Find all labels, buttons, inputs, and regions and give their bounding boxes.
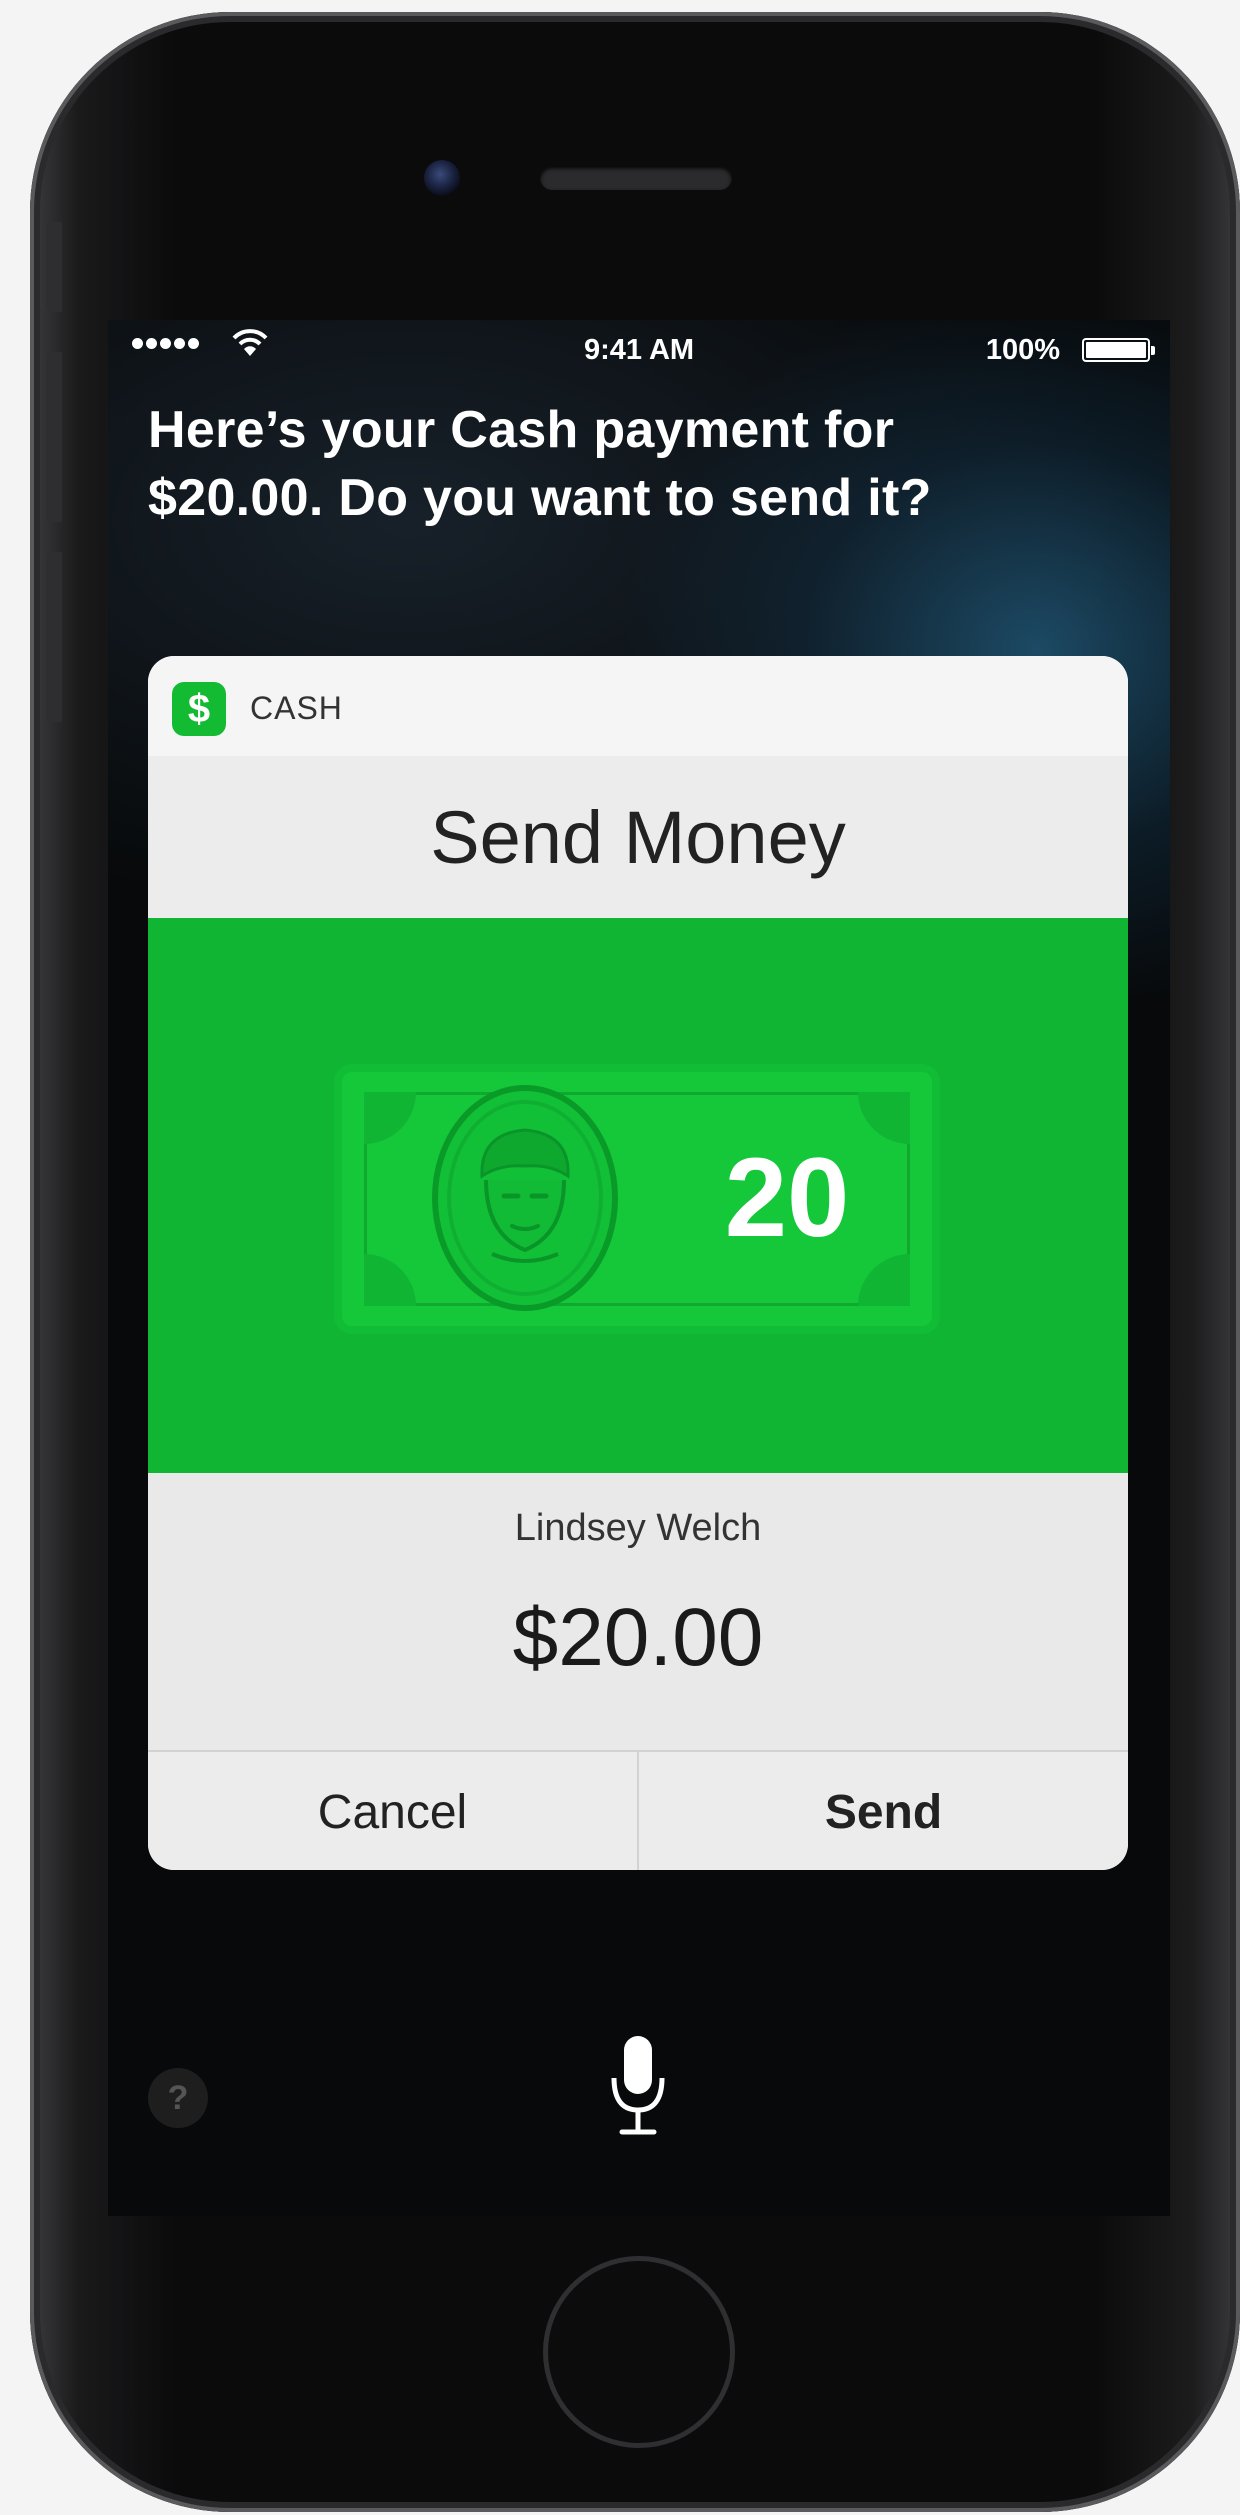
bill-amount: 20 xyxy=(724,1135,850,1260)
battery-icon xyxy=(1082,338,1155,362)
bill-panel: 20 xyxy=(148,918,1128,1473)
send-button[interactable]: Send xyxy=(637,1752,1128,1870)
dollar-sign-icon: $ xyxy=(172,682,226,736)
volume-up-button xyxy=(46,352,62,522)
volume-down-button xyxy=(46,552,62,722)
portrait-icon xyxy=(432,1085,618,1311)
front-camera xyxy=(424,160,460,196)
microphone-icon[interactable] xyxy=(608,2032,668,2140)
question-mark-icon[interactable]: ? xyxy=(148,2068,208,2128)
battery-percent: 100% xyxy=(985,334,1060,366)
card-title-row: Send Money xyxy=(148,756,1128,918)
recipient-area: Lindsey Welch $20.00 xyxy=(148,1473,1128,1750)
app-name: CASH xyxy=(250,690,343,726)
status-bar: 9:41 AM 100% xyxy=(108,320,1170,382)
cancel-button[interactable]: Cancel xyxy=(148,1752,637,1870)
mute-switch xyxy=(46,222,62,312)
card-title: Send Money xyxy=(430,795,846,879)
card-header: $ CASH xyxy=(148,656,1128,757)
card-actions: Cancel Send xyxy=(148,1750,1128,1870)
earpiece-speaker xyxy=(540,166,732,190)
siri-response-text: Here’s your Cash payment for $20.00. Do … xyxy=(148,401,932,527)
home-button[interactable] xyxy=(543,2256,735,2448)
recipient-name: Lindsey Welch xyxy=(514,1507,762,1549)
payment-amount: $20.00 xyxy=(512,1592,764,1683)
siri-screen: 9:41 AM 100% Here’s your Cash payment fo… xyxy=(108,320,1170,2216)
dollar-bill-portrait-icon: 20 xyxy=(342,1072,932,1326)
cash-payment-card: $ CASH Send Money 20 Lindsey Welch $20.0… xyxy=(148,656,1128,1870)
